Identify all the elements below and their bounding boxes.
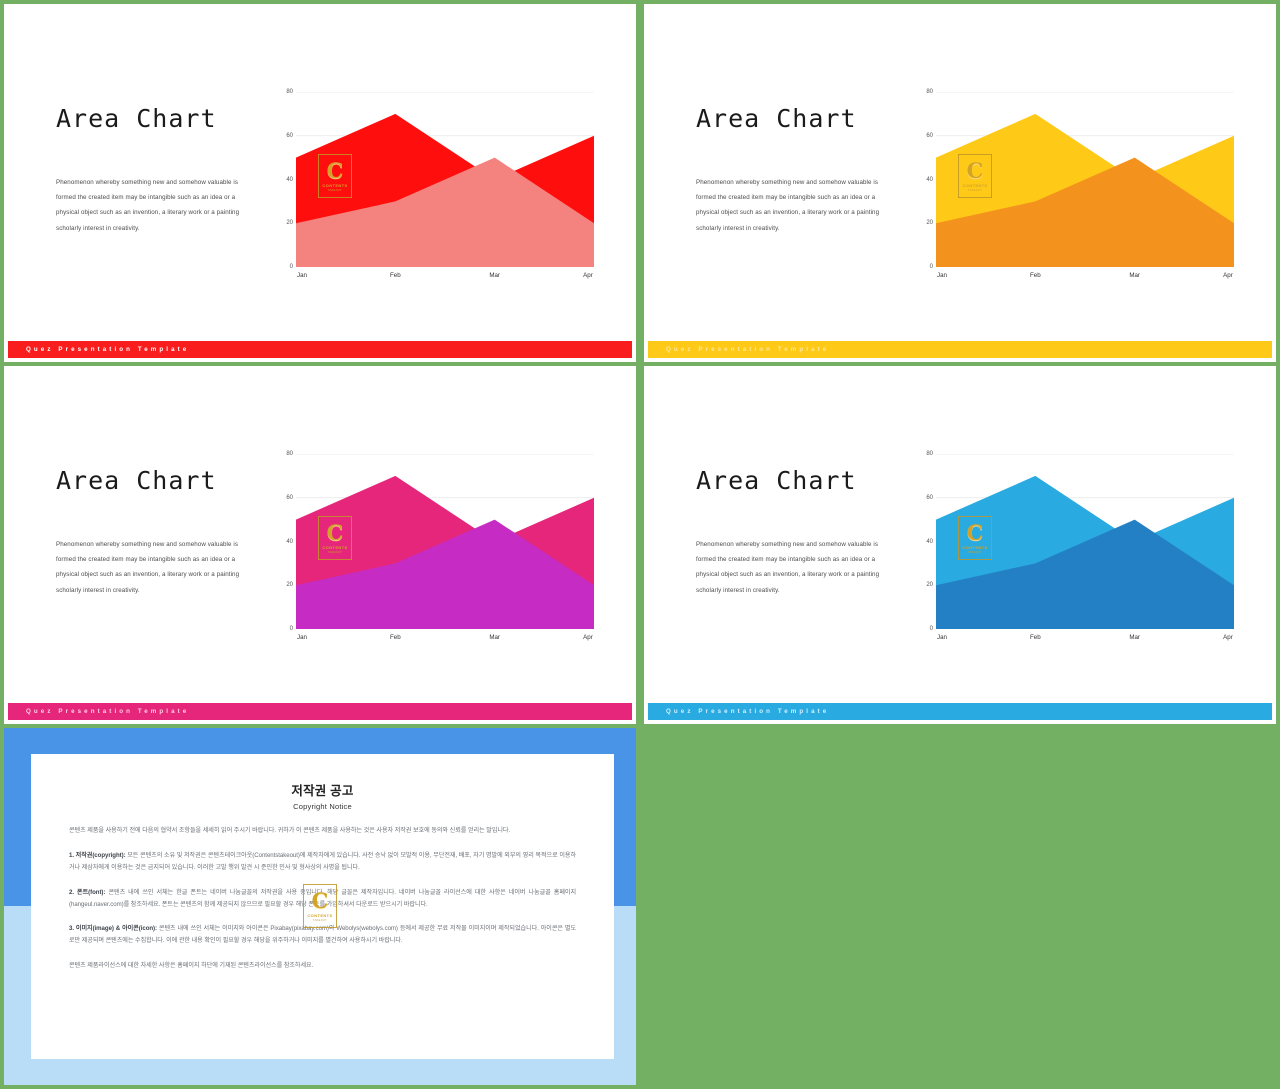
x-tick-label: Apr	[1223, 634, 1233, 641]
body-paragraph: Phenomenon whereby something new and som…	[56, 541, 240, 594]
y-tick-label: 0	[929, 264, 933, 270]
x-tick-label: Mar	[489, 634, 500, 641]
y-tick-label: 60	[926, 494, 933, 501]
x-tick-label: Mar	[489, 272, 500, 279]
y-axis-labels: 0 20 40 60 80	[916, 89, 933, 270]
copyright-section-1: 1. 저작권(copyright): 모든 콘텐츠의 소유 및 저작권은 콘텐츠…	[69, 850, 576, 874]
x-tick-label: Mar	[1129, 272, 1140, 279]
x-tick-label: Mar	[1129, 634, 1140, 641]
plot-area	[936, 92, 1234, 267]
area-chart-blue[interactable]: 0 20 40 60 80 Jan Feb Mar Apr C CONTENTS TAKEOU…	[916, 451, 1234, 646]
x-tick-label: Feb	[1029, 272, 1041, 279]
footer-bar: Quez Presentation Template	[648, 341, 1272, 358]
footer-bar: Quez Presentation Template	[8, 341, 632, 358]
x-tick-label: Jan	[297, 272, 307, 279]
y-tick-label: 0	[289, 626, 293, 632]
y-axis-labels: 0 20 40 60 80	[916, 451, 933, 632]
slide-pink-text-column: Area Chart Phenomenon whereby something …	[56, 466, 266, 598]
copyright-intro: 콘텐츠 제품을 사용하기 전에 다음의 협약서 조항들을 세세히 읽어 주시기 …	[69, 827, 511, 834]
y-tick-label: 20	[286, 220, 293, 227]
copyright-section-2-text: 콘텐츠 내에 쓰인 서체는 한글 폰트는 네이버 나눔글꼴의 저작권을 사용 중…	[69, 888, 576, 908]
body-paragraph: Phenomenon whereby something new and som…	[56, 179, 240, 232]
copyright-footer-note: 콘텐츠 제품라이선스에 대한 자세한 사항은 홈페이지 하단에 기재된 콘텐츠라…	[69, 962, 314, 970]
slide-copyright-notice[interactable]: 저작권 공고 Copyright Notice 콘텐츠 제품을 사용하기 전에 …	[4, 728, 636, 1085]
area-chart-pink[interactable]: 0 20 40 60 80 Jan Feb Mar Apr C CONTENTS TAKEOU…	[276, 451, 594, 646]
x-tick-label: Jan	[937, 634, 947, 641]
x-axis-labels: Jan Feb Mar Apr	[296, 272, 594, 284]
y-tick-label: 40	[286, 538, 293, 545]
x-tick-label: Apr	[1223, 272, 1233, 279]
copyright-section-2: 2. 폰트(font): 콘텐츠 내에 쓰인 서체는 한글 폰트는 네이버 나눔…	[69, 887, 576, 911]
page-title: Area Chart	[56, 466, 217, 495]
y-tick-label: 40	[286, 176, 293, 183]
plot-area	[296, 92, 594, 267]
y-tick-label: 80	[286, 89, 293, 95]
y-tick-label: 80	[926, 89, 933, 95]
page-title: Area Chart	[696, 466, 857, 495]
x-tick-label: Feb	[1029, 634, 1041, 641]
slide-yellow[interactable]: Area Chart Phenomenon whereby something …	[644, 4, 1276, 362]
area-chart-svg	[296, 92, 594, 267]
area-chart-svg	[296, 454, 594, 629]
slide-yellow-text-column: Area Chart Phenomenon whereby something …	[696, 104, 906, 236]
copyright-heading-en: Copyright Notice	[293, 802, 352, 811]
y-tick-label: 20	[926, 582, 933, 589]
footer-label: Quez Presentation Template	[26, 708, 190, 715]
y-tick-label: 40	[926, 176, 933, 183]
y-tick-label: 80	[286, 451, 293, 457]
y-axis-labels: 0 20 40 60 80	[276, 451, 293, 632]
footer-label: Quez Presentation Template	[666, 708, 830, 715]
page-title: Area Chart	[696, 104, 857, 133]
page-title: Area Chart	[56, 104, 217, 133]
slide-grid: Area Chart Phenomenon whereby something …	[0, 0, 1280, 1089]
body-paragraph: Phenomenon whereby something new and som…	[696, 179, 880, 232]
footer-bar: Quez Presentation Template	[8, 703, 632, 720]
copyright-section-1-text: 모든 콘텐츠의 소유 및 저작권은 콘텐츠테이크아웃(Contentstakeo…	[69, 851, 576, 871]
y-tick-label: 60	[286, 494, 293, 501]
x-tick-label: Feb	[389, 634, 401, 641]
y-tick-label: 60	[286, 132, 293, 139]
footer-label: Quez Presentation Template	[666, 346, 830, 353]
area-chart-svg	[936, 454, 1234, 629]
slide-pink[interactable]: Area Chart Phenomenon whereby something …	[4, 366, 636, 724]
plot-area	[296, 454, 594, 629]
area-chart-red[interactable]: 0 20 40 60 80 Jan Feb Mar Apr C CONTENTS TAKEOU…	[276, 89, 594, 284]
y-tick-label: 60	[926, 132, 933, 139]
x-tick-label: Feb	[389, 272, 401, 279]
x-axis-labels: Jan Feb Mar Apr	[936, 272, 1234, 284]
footer-bar: Quez Presentation Template	[648, 703, 1272, 720]
plot-area	[936, 454, 1234, 629]
x-tick-label: Apr	[583, 272, 593, 279]
copyright-section-3-label: 3. 이미지(image) & 아이콘(icon):	[69, 925, 159, 933]
x-axis-labels: Jan Feb Mar Apr	[936, 634, 1234, 646]
x-tick-label: Apr	[583, 634, 593, 641]
x-tick-label: Jan	[297, 634, 307, 641]
x-axis-labels: Jan Feb Mar Apr	[296, 634, 594, 646]
y-tick-label: 0	[289, 264, 293, 270]
slide-red-text-column: Area Chart Phenomenon whereby something …	[56, 104, 266, 236]
y-tick-label: 0	[929, 626, 933, 632]
copyright-section-2-label: 2. 폰트(font):	[69, 888, 109, 896]
x-tick-label: Jan	[937, 272, 947, 279]
area-chart-svg	[936, 92, 1234, 267]
copyright-section-1-label: 1. 저작권(copyright):	[69, 851, 128, 859]
body-paragraph: Phenomenon whereby something new and som…	[696, 541, 880, 594]
y-tick-label: 80	[926, 451, 933, 457]
slide-blue[interactable]: Area Chart Phenomenon whereby something …	[644, 366, 1276, 724]
copyright-paper: 저작권 공고 Copyright Notice 콘텐츠 제품을 사용하기 전에 …	[31, 754, 614, 1059]
slide-blue-text-column: Area Chart Phenomenon whereby something …	[696, 466, 906, 598]
y-tick-label: 20	[286, 582, 293, 589]
footer-label: Quez Presentation Template	[26, 346, 190, 353]
y-tick-label: 40	[926, 538, 933, 545]
y-tick-label: 20	[926, 220, 933, 227]
y-axis-labels: 0 20 40 60 80	[276, 89, 293, 270]
slide-red[interactable]: Area Chart Phenomenon whereby something …	[4, 4, 636, 362]
area-chart-yellow[interactable]: 0 20 40 60 80 Jan Feb Mar Apr C CONTENTS TAKEOU…	[916, 89, 1234, 284]
copyright-heading-ko: 저작권 공고	[291, 784, 354, 798]
copyright-section-3: 3. 이미지(image) & 아이콘(icon): 콘텐츠 내에 쓰인 서체는…	[69, 923, 576, 947]
